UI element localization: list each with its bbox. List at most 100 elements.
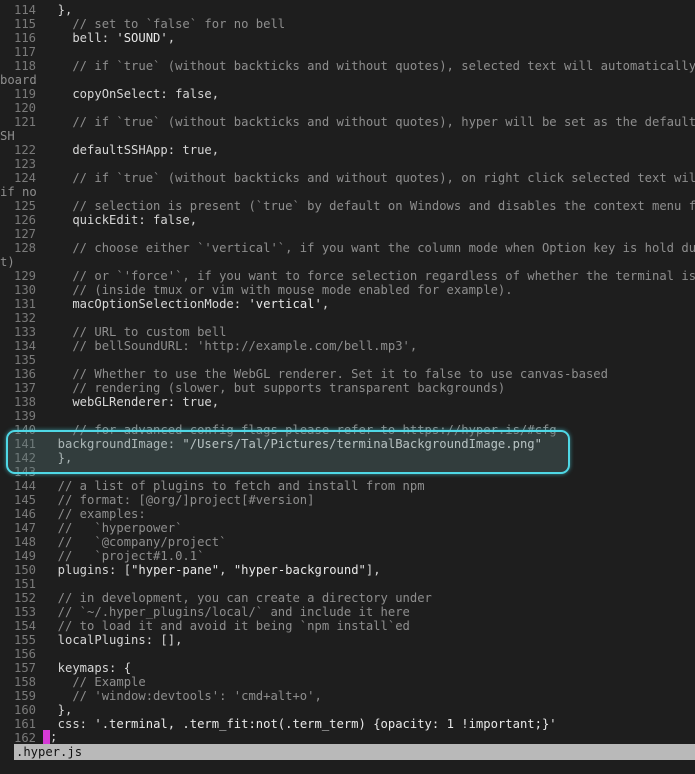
code-line: 153 // `~/.hyper_plugins/local/` and inc…	[0, 605, 695, 619]
code-line: 161 css: '.terminal, .term_fit:not(.term…	[0, 717, 695, 731]
code-token: defaultSSHApp: true,	[43, 143, 220, 157]
code-line: 133 // URL to custom bell	[0, 325, 695, 339]
code-text: // URL to custom bell	[43, 325, 226, 339]
code-text: plugins: ["hyper-pane", "hyper-backgroun…	[43, 563, 381, 577]
code-text: // in development, you can create a dire…	[43, 591, 432, 605]
code-token: "hyper-pane"	[131, 563, 220, 577]
code-line: 160 },	[0, 703, 695, 717]
wrapped-line: t)	[0, 255, 695, 269]
line-number: 153	[13, 605, 36, 619]
line-number: 127	[13, 227, 36, 241]
wrapped-text: t)	[0, 255, 15, 269]
code-line: 119 copyOnSelect: false,	[0, 87, 695, 101]
line-number: 134	[13, 339, 36, 353]
code-text: // 'window:devtools': 'cmd+alt+o',	[43, 689, 321, 703]
code-token: },	[43, 3, 73, 17]
line-number: 123	[13, 157, 36, 171]
code-token: // choose either `'vertical'`, if you wa…	[43, 241, 695, 255]
line-number: 159	[13, 689, 36, 703]
code-line: 117	[0, 45, 695, 59]
code-token: // `project#1.0.1`	[43, 549, 205, 563]
code-token: // bellSoundURL: 'http://example.com/bel…	[43, 339, 418, 353]
code-token: quickEdit: false,	[43, 213, 198, 227]
code-line: 124 // if `true` (without backticks and …	[0, 171, 695, 185]
code-line: 118 // if `true` (without backticks and …	[0, 59, 695, 73]
code-token: // selection is present (`true` by defau…	[43, 199, 695, 213]
code-token: // format: [@org/]project[#version]	[43, 493, 315, 507]
code-token: "hyper-background"	[233, 563, 366, 577]
code-token: // `hyperpower`	[43, 521, 183, 535]
code-line: 135	[0, 353, 695, 367]
code-token: ,	[321, 297, 330, 311]
code-line: 147 // `hyperpower`	[0, 521, 695, 535]
code-token: // Whether to use the WebGL renderer. Se…	[43, 367, 608, 381]
line-number: 148	[13, 535, 36, 549]
code-token: '.terminal, .term_fit:not(.term_term) {o…	[94, 717, 557, 731]
wrapped-text: board	[0, 73, 37, 87]
cursor-line-text: ;	[50, 730, 58, 744]
line-number: 135	[13, 353, 36, 367]
line-number: 157	[13, 661, 36, 675]
wrapped-text: SH	[0, 129, 15, 143]
code-token: ],	[365, 563, 381, 577]
code-line: 162	[0, 731, 695, 745]
code-token: plugins: [	[43, 563, 132, 577]
code-line: 150 plugins: ["hyper-pane", "hyper-backg…	[0, 563, 695, 577]
line-number: 118	[13, 59, 36, 73]
code-token: // if `true` (without backticks and with…	[43, 115, 695, 129]
code-text: // format: [@org/]project[#version]	[43, 493, 315, 507]
line-number: 147	[13, 521, 36, 535]
line-number: 136	[13, 367, 36, 381]
code-text: // Example	[43, 675, 145, 689]
line-number: 119	[13, 87, 36, 101]
line-number: 158	[13, 675, 36, 689]
line-number: 155	[13, 633, 36, 647]
highlight-annotation	[6, 430, 570, 474]
code-token: 'vertical'	[248, 297, 322, 311]
line-number: 152	[13, 591, 36, 605]
code-line: 148 // `@company/project`	[0, 535, 695, 549]
code-line: 149 // `project#1.0.1`	[0, 549, 695, 563]
code-token: // to load it and avoid it being `npm in…	[43, 619, 410, 633]
line-number: 156	[13, 647, 36, 661]
code-token: // rendering (slower, but supports trans…	[43, 381, 506, 395]
line-number: 116	[13, 31, 36, 45]
code-text: // choose either `'vertical'`, if you wa…	[43, 241, 695, 255]
code-line: 134 // bellSoundURL: 'http://example.com…	[0, 339, 695, 353]
code-editor[interactable]: 114 }, 115 // set to `false` for no bell 1…	[0, 0, 695, 746]
line-number: 130	[13, 283, 36, 297]
code-text: // `@company/project`	[43, 535, 227, 549]
code-line: 128 // choose either `'vertical'`, if yo…	[0, 241, 695, 255]
line-number: 126	[13, 213, 36, 227]
code-token: // set to `false` for no bell	[43, 17, 286, 31]
code-line: 157 keymaps: {	[0, 661, 695, 675]
code-token: // in development, you can create a dire…	[43, 591, 432, 605]
line-number: 122	[13, 143, 36, 157]
line-number: 161	[13, 717, 36, 731]
code-line: 123	[0, 157, 695, 171]
code-text: // if `true` (without backticks and with…	[43, 171, 695, 185]
code-text: // a list of plugins to fetch and instal…	[43, 479, 425, 493]
line-number: 151	[13, 577, 36, 591]
code-token: 'SOUND'	[116, 31, 168, 45]
line-number: 154	[13, 619, 36, 633]
line-number: 132	[13, 311, 36, 325]
code-token: ,	[167, 31, 176, 45]
line-number: 138	[13, 395, 36, 409]
line-number: 131	[13, 297, 36, 311]
code-token: bell:	[43, 31, 117, 45]
code-line: 127	[0, 227, 695, 241]
code-text: // if `true` (without backticks and with…	[43, 59, 695, 73]
code-token: localPlugins: [],	[43, 633, 183, 647]
line-number: 120	[13, 101, 36, 115]
code-line: 159 // 'window:devtools': 'cmd+alt+o',	[0, 689, 695, 703]
line-number: 162	[13, 731, 36, 745]
code-line: 122 defaultSSHApp: true,	[0, 143, 695, 157]
line-number: 117	[13, 45, 36, 59]
code-token: // if `true` (without backticks and with…	[43, 59, 695, 73]
code-text: copyOnSelect: false,	[43, 87, 219, 101]
status-filename: .hyper.js	[16, 745, 83, 759]
code-token: // (inside tmux or vim with mouse mode e…	[43, 283, 513, 297]
code-token: macOptionSelectionMode:	[43, 297, 249, 311]
code-text: keymaps: {	[43, 661, 131, 675]
